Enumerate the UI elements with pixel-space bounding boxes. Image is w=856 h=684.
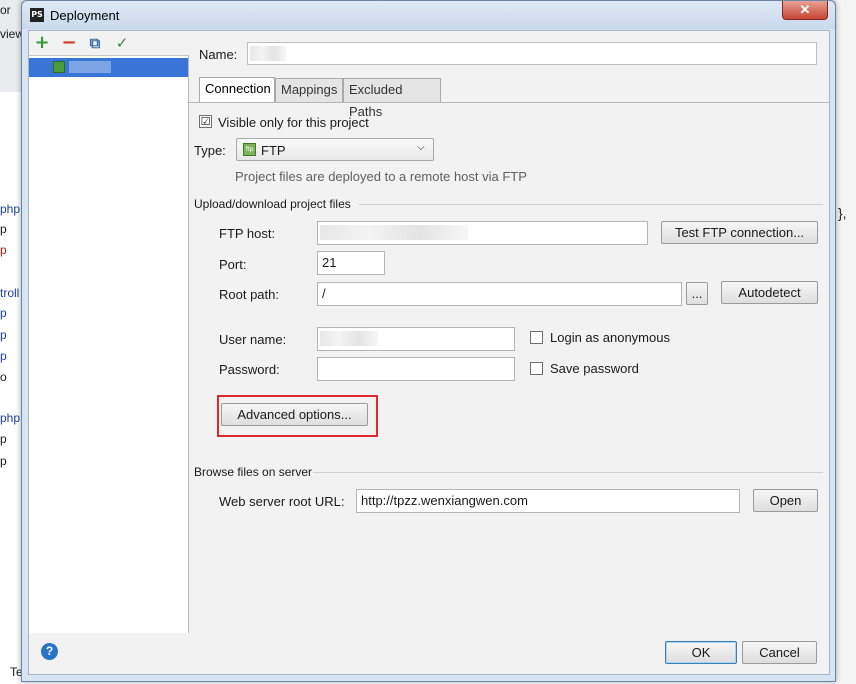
background-code-text: },	[838, 205, 847, 221]
login-anonymous-label: Login as anonymous	[550, 330, 670, 345]
server-list-toolbar: + − ⧉ ✓	[29, 31, 189, 55]
password-label: Password:	[219, 362, 280, 377]
background-code-text: troll	[0, 286, 20, 300]
visible-only-label: Visible only for this project	[218, 115, 369, 130]
background-code-text: php	[0, 202, 21, 216]
chevron-down-icon: ⌵	[417, 142, 425, 153]
ftp-host-field[interactable]	[317, 221, 648, 245]
section-divider	[313, 472, 823, 473]
server-list-item[interactable]	[29, 58, 188, 77]
user-name-label: User name:	[219, 332, 287, 347]
cancel-button[interactable]: Cancel	[742, 641, 817, 664]
deployment-dialog: PS Deployment ✕ + − ⧉ ✓ Name: Connection…	[21, 0, 836, 682]
type-value: FTP	[261, 143, 286, 158]
redacted-user-value	[320, 331, 378, 346]
tab-excluded-paths[interactable]: Excluded Paths	[343, 78, 441, 119]
use-as-default-icon[interactable]: ✓	[114, 35, 130, 51]
save-password-checkbox[interactable]	[530, 362, 543, 375]
background-menu-text: or	[0, 3, 11, 17]
user-name-field[interactable]	[317, 327, 515, 351]
upload-section-title: Upload/download project files	[194, 197, 351, 211]
phpstorm-app-icon: PS	[30, 8, 44, 22]
ftp-icon: ftp	[243, 143, 256, 156]
web-server-root-url-field[interactable]: http://tpzz.wenxiangwen.com	[356, 489, 740, 513]
background-code-text: p	[0, 243, 7, 257]
background-code-text: php	[0, 411, 21, 425]
redacted-name-value	[250, 46, 286, 61]
type-label: Type:	[194, 143, 226, 158]
browse-button[interactable]: ...	[686, 282, 708, 305]
name-field[interactable]	[247, 42, 817, 65]
port-field[interactable]: 21	[317, 251, 385, 275]
check-icon: ☑	[200, 115, 211, 128]
background-right-gutter	[836, 0, 856, 684]
redacted-server-name	[69, 61, 111, 73]
close-button[interactable]: ✕	[782, 1, 828, 20]
help-icon[interactable]: ?	[41, 643, 58, 660]
web-server-root-url-label: Web server root URL:	[219, 494, 345, 509]
root-path-label: Root path:	[219, 287, 279, 302]
close-icon: ✕	[799, 2, 811, 17]
background-code-text: o	[0, 370, 7, 384]
ok-button[interactable]: OK	[665, 641, 737, 664]
visible-only-checkbox[interactable]: ☑	[199, 115, 212, 128]
add-icon[interactable]: +	[34, 34, 50, 52]
title-bar[interactable]: PS Deployment ✕	[22, 1, 835, 29]
ftp-server-icon	[53, 61, 65, 73]
redacted-host-value	[320, 225, 468, 240]
window-title: Deployment	[50, 8, 120, 23]
port-label: Port:	[219, 257, 247, 272]
login-anonymous-checkbox[interactable]	[530, 331, 543, 344]
browse-section-title: Browse files on server	[194, 465, 313, 479]
background-code-text: p	[0, 432, 7, 446]
open-button[interactable]: Open	[753, 489, 818, 512]
background-code-text: p	[0, 306, 7, 320]
name-label: Name:	[199, 47, 238, 62]
dialog-content: + − ⧉ ✓ Name: Connection Mappings Exclud…	[28, 30, 830, 675]
type-select[interactable]: ftp FTP ⌵	[236, 138, 434, 161]
section-divider	[359, 204, 823, 205]
autodetect-button[interactable]: Autodetect	[721, 281, 818, 304]
tab-connection[interactable]: Connection	[199, 77, 275, 102]
ftp-host-label: FTP host:	[219, 226, 276, 241]
background-code-text: p	[0, 454, 7, 468]
advanced-options-button[interactable]: Advanced options...	[221, 403, 368, 426]
tab-mappings[interactable]: Mappings	[275, 78, 343, 102]
test-ftp-connection-button[interactable]: Test FTP connection...	[661, 221, 818, 244]
password-field[interactable]	[317, 357, 515, 381]
background-code-text: p	[0, 222, 7, 236]
background-code-text: p	[0, 349, 7, 363]
type-hint: Project files are deployed to a remote h…	[235, 169, 527, 184]
copy-icon[interactable]: ⧉	[87, 35, 103, 51]
server-list	[29, 55, 189, 633]
root-path-field[interactable]: /	[317, 282, 682, 306]
background-code-text: p	[0, 328, 7, 342]
remove-icon[interactable]: −	[61, 34, 77, 52]
save-password-label: Save password	[550, 361, 639, 376]
